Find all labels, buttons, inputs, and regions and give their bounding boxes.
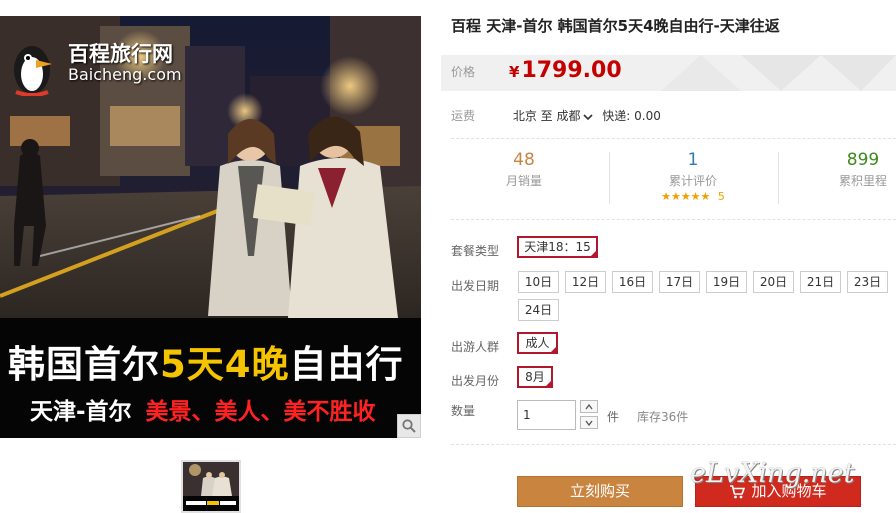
penguin-logo-icon xyxy=(14,46,52,96)
date-option[interactable]: 16日 xyxy=(612,271,653,293)
divider xyxy=(451,138,896,139)
stats-bar: 48 月销量 1 累计评价 ★★★★★ 5 899 累积里程 xyxy=(451,150,896,212)
month-option[interactable]: 8月 xyxy=(517,366,553,388)
stat-value: 48 xyxy=(513,150,535,170)
rating-score: 5 xyxy=(717,190,725,203)
banner-headline-part: 自由行 xyxy=(289,343,404,386)
stat-label: 累积里程 xyxy=(838,174,887,188)
brand-logo: 百程旅行网 Baicheng.com xyxy=(10,34,200,98)
package-type-label: 套餐类型 xyxy=(451,244,500,258)
date-option[interactable]: 12日 xyxy=(565,271,606,293)
stat-value: 899 xyxy=(846,150,880,170)
shipping-row: 运费 北京 至 成都 快递: 0.00 xyxy=(451,107,896,124)
banner-headline: 韩国首尔5天4晚自由行 xyxy=(8,334,404,388)
date-option[interactable]: 10日 xyxy=(518,271,559,293)
stat-divider xyxy=(609,152,610,204)
thumbnail-image xyxy=(183,462,239,511)
shipping-route-select[interactable]: 北京 至 成都 xyxy=(513,109,595,123)
stat-label: 累计评价 xyxy=(668,174,717,188)
stock-count: 库存36件 xyxy=(637,410,689,424)
stat-monthly-sales: 48 月销量 xyxy=(469,150,579,189)
price-box: 价格 ¥1799.00 xyxy=(441,55,896,91)
stat-value: 1 xyxy=(687,150,699,170)
logo-english-text: Baicheng.com xyxy=(68,65,182,84)
package-option[interactable]: 天津18：15 xyxy=(517,236,598,258)
travelers-label: 出游人群 xyxy=(451,340,500,354)
date-option[interactable]: 21日 xyxy=(800,271,841,293)
banner-subline: 天津-首尔 美景、美人、美不胜收 xyxy=(30,392,376,426)
banner-slogan: 美景、美人、美不胜收 xyxy=(145,399,376,425)
chevron-down-icon xyxy=(583,113,594,120)
quantity-decrease-button[interactable] xyxy=(580,416,598,429)
logo-chinese-text: 百程旅行网 xyxy=(68,42,173,66)
product-thumbnail[interactable] xyxy=(181,460,241,513)
departure-month-label: 出发月份 xyxy=(451,374,500,388)
quantity-unit: 件 xyxy=(607,410,620,424)
date-option[interactable]: 23日 xyxy=(847,271,888,293)
price-value: ¥1799.00 xyxy=(509,58,622,83)
chevron-down-icon xyxy=(585,420,593,426)
quantity-label: 数量 xyxy=(451,404,476,418)
currency-symbol: ¥ xyxy=(509,63,520,81)
shipping-method: 快递: 0.00 xyxy=(602,109,661,123)
stat-mileage: 899 累积里程 xyxy=(808,150,896,189)
date-option[interactable]: 20日 xyxy=(753,271,794,293)
quantity-input[interactable] xyxy=(517,400,576,430)
stat-label: 月销量 xyxy=(505,174,542,188)
price-amount: 1799.00 xyxy=(521,58,622,83)
divider xyxy=(451,444,896,445)
rating-stars: ★★★★★ 5 xyxy=(638,190,748,203)
shipping-label: 运费 xyxy=(451,109,476,123)
date-option[interactable]: 17日 xyxy=(659,271,700,293)
banner-headline-part: 5天4晚 xyxy=(160,343,290,386)
magnifier-icon xyxy=(402,419,416,433)
site-watermark: eLvXing.net xyxy=(690,458,855,489)
star-icons: ★★★★★ xyxy=(661,190,711,203)
travelers-option[interactable]: 成人 xyxy=(517,332,558,354)
chevron-up-icon xyxy=(585,403,593,409)
banner-route: 天津-首尔 xyxy=(30,399,132,425)
buy-now-button[interactable]: 立刻购买 xyxy=(517,476,683,507)
departure-date-label: 出发日期 xyxy=(451,279,500,293)
promo-banner: 韩国首尔5天4晚自由行 天津-首尔 美景、美人、美不胜收 xyxy=(0,318,421,438)
zoom-button[interactable] xyxy=(397,414,421,438)
quantity-increase-button[interactable] xyxy=(580,400,598,413)
date-option[interactable]: 19日 xyxy=(706,271,747,293)
stat-reviews[interactable]: 1 累计评价 ★★★★★ 5 xyxy=(638,150,748,203)
banner-headline-part: 韩国首尔 xyxy=(8,343,160,386)
stat-divider xyxy=(778,152,779,204)
date-option[interactable]: 24日 xyxy=(518,299,559,321)
product-main-image[interactable]: 百程旅行网 Baicheng.com 韩国首尔5天4晚自由行 天津-首尔 美景、美… xyxy=(0,16,421,438)
product-title: 百程 天津-首尔 韩国首尔5天4晚自由行-天津往返 xyxy=(451,17,780,35)
shipping-route: 北京 至 成都 xyxy=(512,109,581,123)
divider xyxy=(451,219,896,220)
price-label: 价格 xyxy=(451,65,476,79)
